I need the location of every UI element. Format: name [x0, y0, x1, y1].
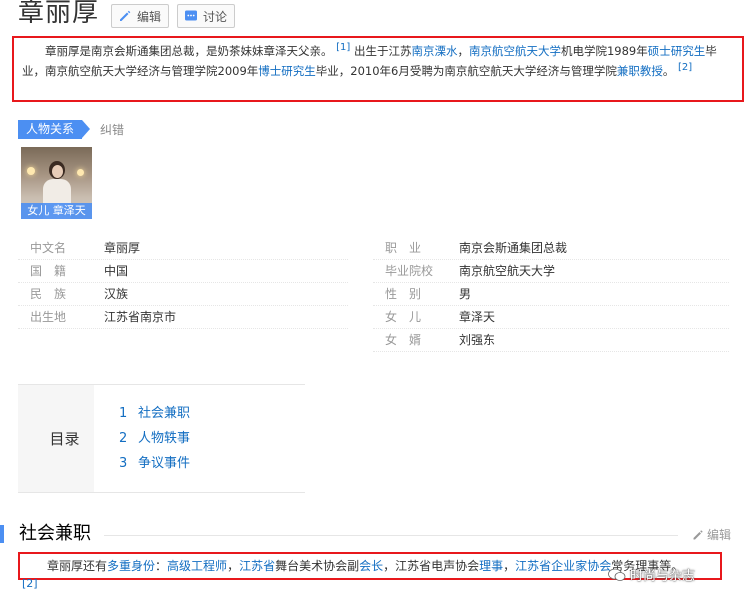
- edit-label: 编辑: [137, 9, 162, 24]
- info-value: 章丽厚: [104, 241, 141, 255]
- info-key: 女 婿: [385, 333, 422, 347]
- info-value-link[interactable]: 中国: [104, 260, 128, 282]
- toc-label: 社会兼职: [138, 406, 191, 421]
- info-row: 毕业院校 南京航空航天大学: [373, 260, 729, 283]
- section-accent-bar: [0, 525, 4, 543]
- toc-num: 3: [119, 456, 128, 471]
- relations-tab[interactable]: 人物关系: [18, 120, 91, 139]
- section-edit-button[interactable]: 编辑: [692, 526, 731, 543]
- info-key: 出生地: [30, 310, 67, 324]
- info-value-link[interactable]: 南京会斯通集团总裁: [459, 237, 567, 259]
- info-key: 国 籍: [30, 264, 67, 278]
- section-link[interactable]: 会长: [359, 559, 383, 573]
- info-key: 性 别: [385, 287, 422, 301]
- section-text: ，: [503, 559, 516, 573]
- section-title: 社会兼职: [19, 523, 91, 544]
- section-link[interactable]: 江苏省: [239, 559, 275, 573]
- section-ref-link[interactable]: [2]: [22, 577, 38, 590]
- info-value-link[interactable]: 汉族: [104, 283, 128, 305]
- info-value-link[interactable]: 南京航空航天大学: [459, 260, 555, 282]
- info-row: 女 婿 刘强东: [373, 329, 729, 352]
- toc-list: 1 社会兼职 2 人物轶事 3 争议事件: [94, 385, 190, 492]
- section-link[interactable]: 高级工程师: [167, 559, 227, 573]
- info-key: 毕业院校: [385, 264, 434, 278]
- toc-label: 人物轶事: [138, 431, 191, 446]
- link-phd[interactable]: 博士研究生: [258, 64, 316, 78]
- chat-icon: [185, 10, 198, 21]
- section-divider: [104, 535, 678, 536]
- info-key: 职 业: [385, 241, 422, 255]
- info-row: 出生地 江苏省南京市: [18, 306, 348, 329]
- title-row: 章丽厚 编辑 讨论: [18, 0, 236, 32]
- toc-num: 2: [119, 431, 128, 446]
- relations-tabs: 人物关系 纠错: [18, 120, 124, 139]
- section-link[interactable]: 多重身份: [107, 559, 155, 573]
- summary-text-7: 。: [662, 63, 675, 78]
- section-text: 章丽厚还有: [47, 559, 108, 573]
- link-master[interactable]: 硕士研究生: [648, 44, 706, 58]
- info-row: 性 别男: [373, 283, 729, 306]
- ref-1-link[interactable]: [1]: [336, 42, 350, 53]
- page-title: 章丽厚: [18, 0, 100, 28]
- pencil-icon: [693, 529, 703, 539]
- link-lishui[interactable]: 南京溧水: [411, 44, 457, 58]
- link-nuaa[interactable]: 南京航空航天大学: [469, 44, 561, 58]
- toc-item[interactable]: 3 争议事件: [119, 451, 190, 476]
- toc-item[interactable]: 1 社会兼职: [119, 401, 190, 426]
- summary-text-6: 毕业，2010年6月受聘为南京航空航天大学经济与管理学院: [315, 63, 617, 78]
- section-text: ，江苏省电声协会: [383, 559, 480, 573]
- summary-text-4: 机电学院1989年: [560, 44, 648, 58]
- summary-text-2: 出生于江苏: [350, 44, 412, 58]
- summary-text-1: 章丽厚是南京会斯通集团总裁，是奶茶妹妹章泽天父亲。: [45, 44, 333, 58]
- table-of-contents: 目录 1 社会兼职 2 人物轶事 3 争议事件: [18, 384, 305, 493]
- section-link[interactable]: 理事: [479, 559, 503, 573]
- section-header: 社会兼职 编辑: [0, 522, 746, 546]
- person-card-daughter[interactable]: 女儿 章泽天: [21, 147, 92, 219]
- basic-info-left: 中文名 章丽厚 国 籍 中国 民 族 汉族 出生地 江苏省南京市: [18, 237, 348, 329]
- ref-2-link[interactable]: [2]: [678, 62, 692, 73]
- info-row: 职 业 南京会斯通集团总裁: [373, 237, 729, 260]
- error-report-link[interactable]: 纠错: [100, 121, 124, 138]
- discuss-button[interactable]: 讨论: [177, 4, 236, 28]
- wechat-icon: [608, 568, 626, 581]
- summary-box: 章丽厚是南京会斯通集团总裁，是奶茶妹妹章泽天父亲。 [1] 出生于江苏南京溧水，…: [12, 36, 744, 102]
- info-key: 女 儿: [385, 310, 422, 324]
- info-key: 中文名: [30, 241, 67, 255]
- watermark-text: 时尚与杂志: [630, 569, 696, 584]
- info-value-link[interactable]: 男: [459, 283, 471, 305]
- section-text: ：: [155, 559, 168, 573]
- info-value-link[interactable]: 刘强东: [459, 329, 495, 351]
- info-value: 江苏省南京市: [104, 310, 177, 324]
- link-adjunct[interactable]: 兼职教授: [617, 64, 663, 78]
- info-value-link[interactable]: 章泽天: [459, 306, 495, 328]
- section-text: 舞台美术协会副: [275, 559, 360, 573]
- toc-label: 争议事件: [138, 456, 191, 471]
- info-row: 国 籍 中国: [18, 260, 348, 283]
- basic-info-right: 职 业 南京会斯通集团总裁 毕业院校 南京航空航天大学 性 别 男 女 儿 章泽天 女 …: [373, 237, 729, 352]
- info-key: 民 族: [30, 287, 67, 301]
- toc-num: 1: [119, 406, 128, 421]
- summary-text-3: ，: [457, 44, 469, 58]
- info-row: 女 儿 章泽天: [373, 306, 729, 329]
- info-row: 中文名 章丽厚: [18, 237, 348, 260]
- pencil-icon: [120, 10, 131, 21]
- discuss-label: 讨论: [203, 9, 228, 24]
- toc-title: 目录: [18, 385, 94, 492]
- section-link[interactable]: 家协会: [575, 559, 611, 573]
- toc-item[interactable]: 2 人物轶事: [119, 426, 190, 451]
- edit-button[interactable]: 编辑: [111, 4, 170, 28]
- section-edit-label: 编辑: [707, 528, 732, 542]
- person-label: 女儿 章泽天: [21, 203, 92, 219]
- info-row: 民 族 汉族: [18, 283, 348, 306]
- watermark: 时尚与杂志: [608, 565, 695, 584]
- section-link[interactable]: 江苏省企业: [515, 559, 575, 573]
- section-text: ，: [227, 559, 240, 573]
